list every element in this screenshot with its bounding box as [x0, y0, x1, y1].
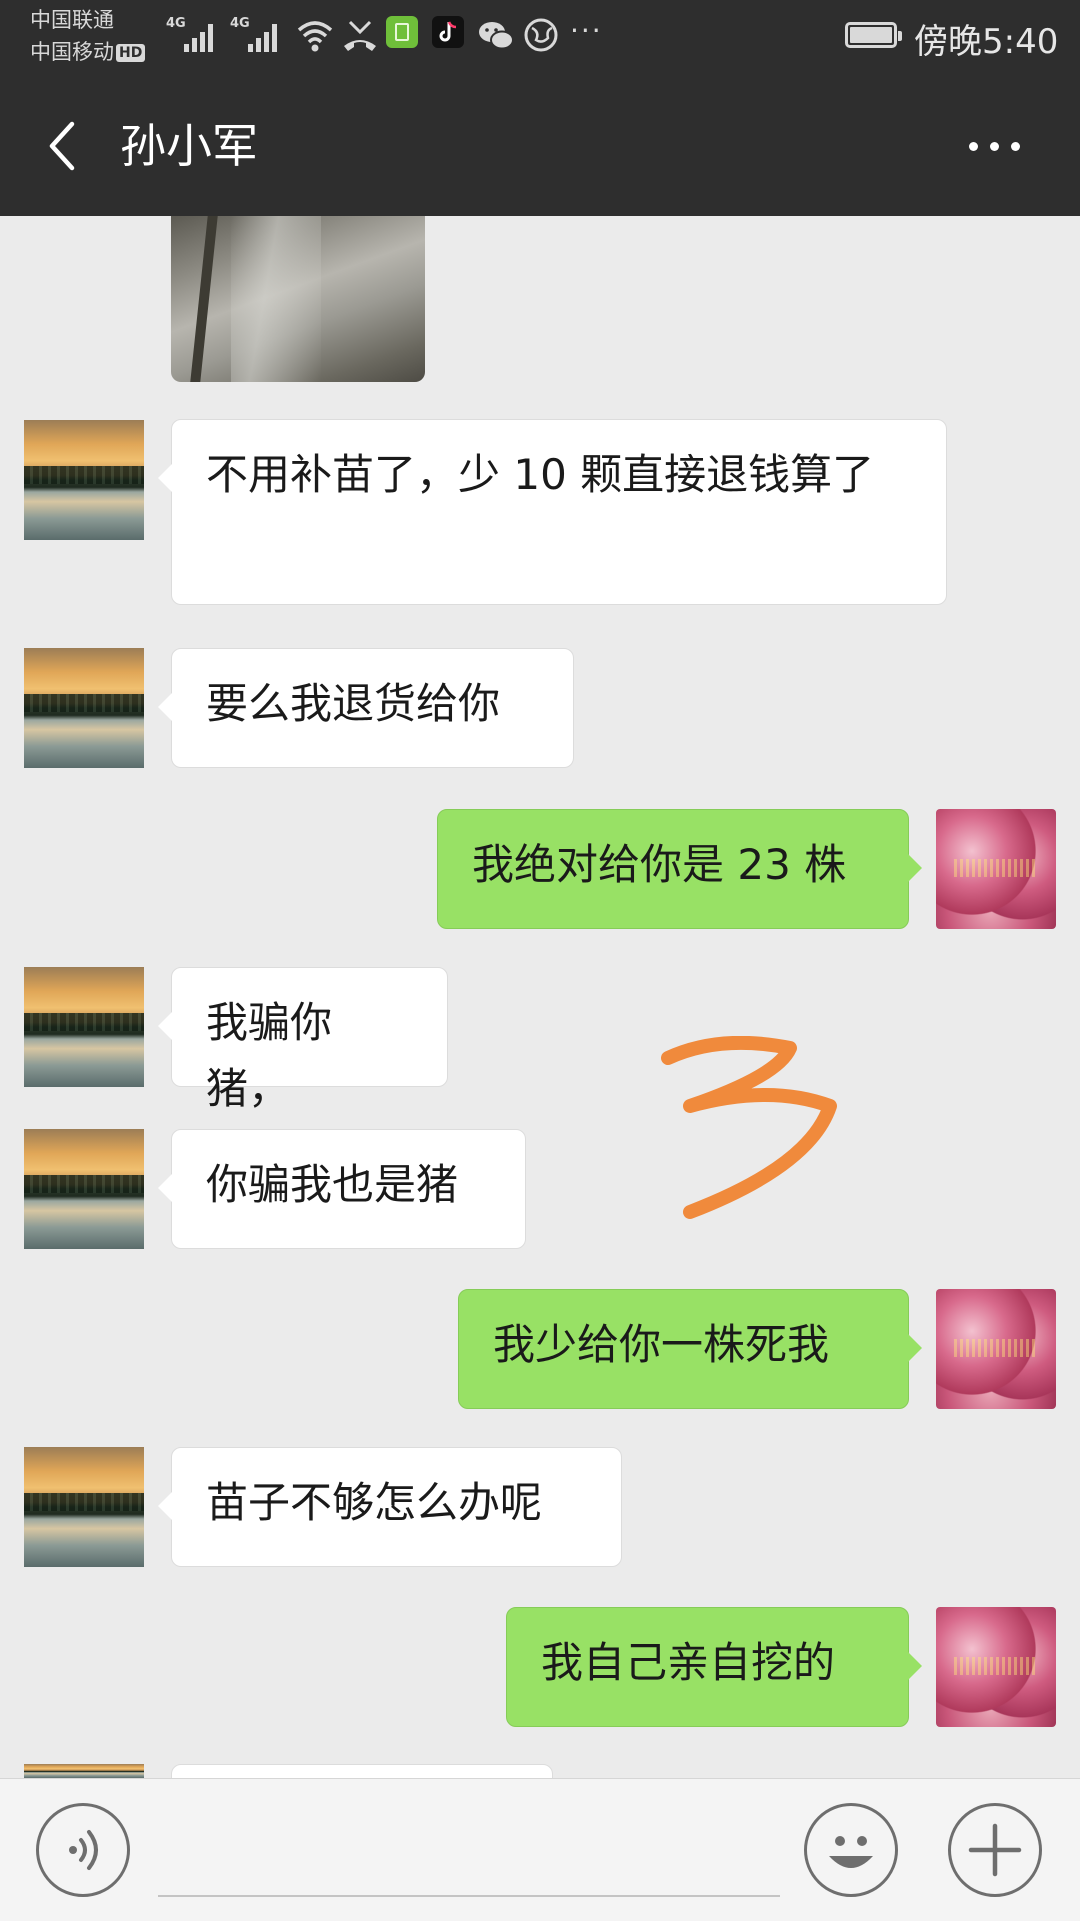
my-avatar[interactable]: [936, 1607, 1056, 1727]
browser-icon: [524, 18, 558, 52]
received-message-partial[interactable]: [171, 1764, 553, 1778]
contact-avatar[interactable]: [24, 420, 144, 540]
more-notifications-icon: ···: [570, 14, 603, 47]
tiktok-icon: [432, 16, 464, 48]
emoji-button[interactable]: [804, 1803, 898, 1897]
more-functions-button[interactable]: [948, 1803, 1042, 1897]
input-bar: [0, 1778, 1080, 1921]
battery-icon: [845, 22, 902, 48]
signal-2-label: 4G: [230, 16, 250, 31]
image-message[interactable]: [171, 216, 425, 382]
wifi-icon: [297, 21, 333, 52]
signal-1-icon: [184, 22, 218, 52]
my-avatar[interactable]: [936, 1289, 1056, 1409]
carrier-1: 中国联通: [30, 8, 114, 32]
received-message[interactable]: 苗子不够怎么办呢: [158, 1447, 622, 1567]
carrier-2: 中国移动: [30, 40, 114, 64]
hd-badge: HD: [116, 44, 146, 62]
wechat-icon: [479, 22, 514, 50]
missed-call-icon: [344, 20, 376, 51]
voice-button[interactable]: [36, 1803, 130, 1897]
more-options-button[interactable]: [964, 126, 1024, 166]
contact-avatar[interactable]: [24, 967, 144, 1087]
back-arrow-icon[interactable]: [36, 114, 96, 178]
contact-avatar[interactable]: [24, 1447, 144, 1567]
chat-title: 孙小军: [120, 119, 258, 173]
clipboard-app-icon: [386, 16, 418, 48]
status-bar: 中国联通 中国移动 HD 4G 4G ··· 傍晚5:40: [0, 0, 1080, 76]
signal-2-icon: [248, 22, 282, 52]
signal-1-label: 4G: [166, 16, 186, 31]
status-time: 傍晚5:40: [914, 22, 1059, 62]
my-avatar[interactable]: [936, 809, 1056, 929]
received-message[interactable]: 你骗我也是猪: [158, 1129, 526, 1249]
received-message[interactable]: 我骗你猪，: [158, 967, 448, 1113]
plus-icon: [968, 1823, 1022, 1877]
hand-drawn-three-annotation: [661, 1036, 837, 1219]
contact-avatar[interactable]: [24, 1764, 144, 1778]
sent-message[interactable]: 我绝对给你是 23 株: [437, 809, 922, 929]
contact-avatar[interactable]: [24, 1129, 144, 1249]
message-input[interactable]: [158, 1895, 780, 1897]
sent-message[interactable]: 我自己亲自挖的: [506, 1607, 922, 1727]
contact-avatar[interactable]: [24, 648, 144, 768]
voice-icon: [69, 1830, 98, 1870]
carrier-info: 中国联通 中国移动 HD: [30, 4, 146, 68]
received-message[interactable]: 不用补苗了，少 10 颗直接退钱算了: [158, 419, 947, 605]
message-list[interactable]: 不用补苗了，少 10 颗直接退钱算了 要么我退货给你 我绝对给你是 23 株 我…: [0, 216, 1080, 1778]
sent-message[interactable]: 我少给你一株死我: [458, 1289, 922, 1409]
received-message[interactable]: 要么我退货给你: [158, 648, 574, 768]
chat-header: 孙小军: [0, 76, 1080, 216]
emoji-icon: [829, 1836, 873, 1868]
